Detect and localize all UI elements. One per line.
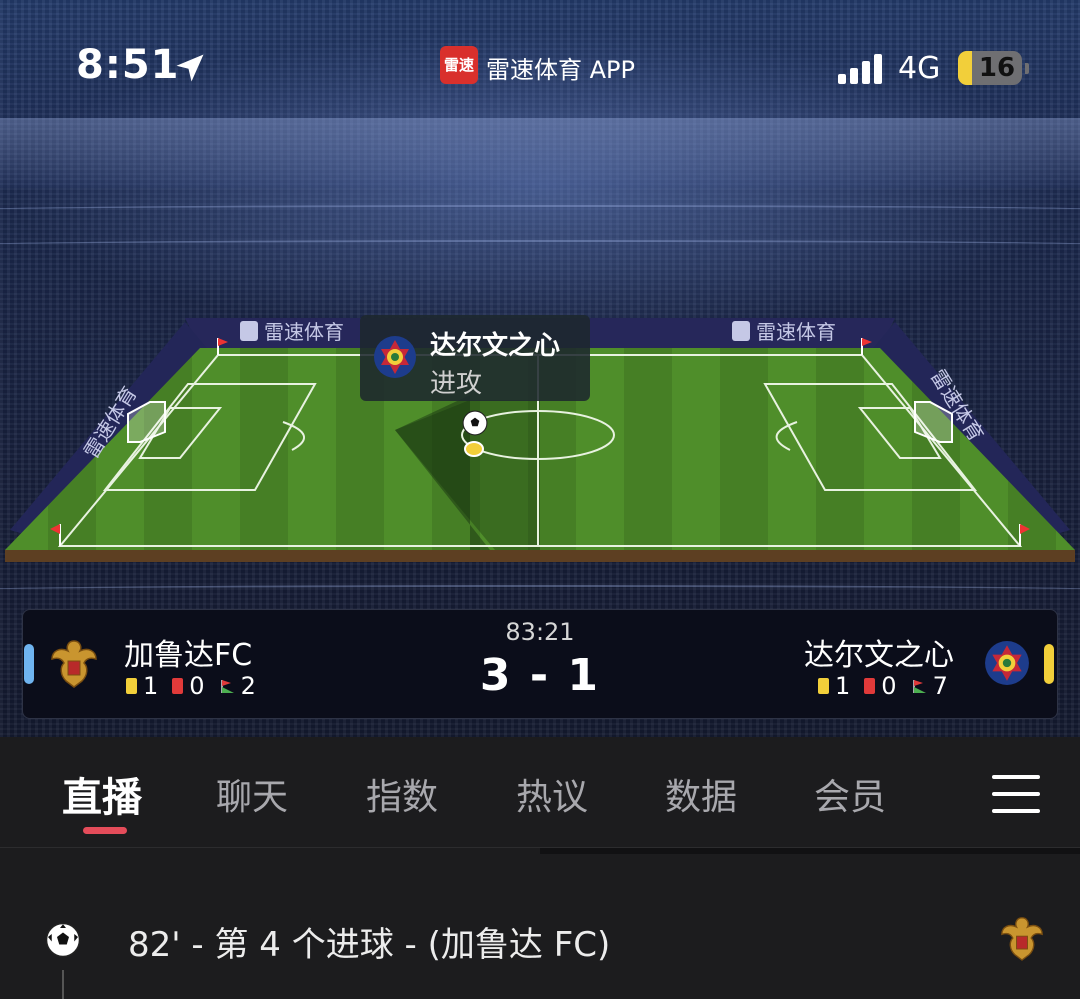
pitch-edge xyxy=(5,550,1075,562)
board-text-right-top: 雷速体育 xyxy=(756,320,836,344)
stand-tier-line xyxy=(0,205,1080,215)
ball-position-marker xyxy=(464,441,484,457)
active-tab-indicator xyxy=(83,827,127,834)
feed-divider xyxy=(540,848,1080,854)
battery-cap xyxy=(1025,63,1029,74)
away-corner-count: 7 xyxy=(932,672,948,700)
away-team-name[interactable]: 达尔文之心 xyxy=(804,630,954,674)
home-yellow-count: 1 xyxy=(143,672,159,700)
away-red-count: 0 xyxy=(881,672,897,700)
feed-event-text: 82' - 第 4 个进球 - (加鲁达 FC) xyxy=(128,925,611,965)
red-card-icon xyxy=(172,678,184,694)
corner-flag-icon xyxy=(912,680,926,693)
away-yellow-count: 1 xyxy=(835,672,851,700)
tab-live[interactable]: 直播 xyxy=(62,765,142,823)
stand-tier-line xyxy=(0,240,1080,250)
darwin-hearts-crest-icon xyxy=(374,336,416,378)
tab-odds[interactable]: 指数 xyxy=(366,768,438,820)
home-team-stats: 1 0 2 xyxy=(126,672,270,700)
battery-level: 16 xyxy=(978,53,1016,83)
red-card-icon xyxy=(864,678,876,694)
darwin-hearts-crest-icon[interactable] xyxy=(984,640,1030,686)
tab-data[interactable]: 数据 xyxy=(665,768,737,820)
match-score: 3 - 1 xyxy=(479,650,601,701)
status-time: 8:51 xyxy=(76,42,180,88)
soccer-ball-icon xyxy=(462,410,488,436)
event-action: 进攻 xyxy=(430,369,483,399)
status-bar: 8:51 雷速 雷速体育 APP 4G 16 xyxy=(0,0,1080,130)
tab-discussion[interactable]: 热议 xyxy=(516,768,588,820)
event-team-name: 达尔文之心 xyxy=(430,331,561,361)
network-type: 4G xyxy=(898,51,941,86)
location-arrow-icon xyxy=(176,54,204,82)
home-side-indicator xyxy=(24,644,34,684)
home-corner-count: 2 xyxy=(240,672,256,700)
app-name-link[interactable]: 雷速体育 APP xyxy=(486,50,635,85)
away-side-indicator xyxy=(1044,644,1054,684)
match-clock: 83:21 xyxy=(505,618,575,646)
timeline-line xyxy=(62,970,64,999)
stand-tier-line xyxy=(0,585,1080,595)
tab-chat[interactable]: 聊天 xyxy=(216,768,288,820)
garuda-crest-icon xyxy=(1001,917,1043,961)
board-text-left-top: 雷速体育 xyxy=(264,320,344,344)
tab-membership[interactable]: 会员 xyxy=(814,768,886,820)
menu-icon[interactable] xyxy=(992,775,1040,813)
home-red-count: 0 xyxy=(189,672,205,700)
away-team-stats: 1 0 7 xyxy=(818,672,962,700)
garuda-crest-icon[interactable] xyxy=(50,637,98,689)
yellow-card-icon xyxy=(818,678,829,694)
event-tooltip: 达尔文之心 进攻 xyxy=(360,315,590,401)
yellow-card-icon xyxy=(126,678,137,694)
cellular-signal-icon xyxy=(838,54,886,84)
home-team-name[interactable]: 加鲁达FC xyxy=(124,630,252,674)
app-logo-icon[interactable]: 雷速 xyxy=(440,46,478,84)
soccer-ball-icon xyxy=(45,922,81,958)
corner-flag-icon xyxy=(220,680,234,693)
battery-icon: 16 xyxy=(958,51,1022,85)
